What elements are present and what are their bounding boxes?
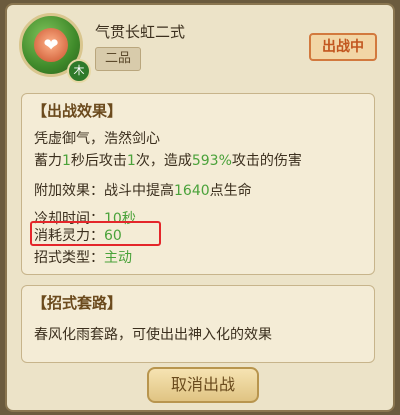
skill-type-line: 招式类型：主动 [34,247,132,267]
spirit-cost-line: 消耗灵力：60 [34,225,122,245]
text-part: 附加效果：战斗中提高 [34,183,174,199]
effect-desc-line2: 蓄力1秒后攻击1次，造成593%攻击的伤害 [34,150,302,170]
heart-icon: ❤ [34,28,68,62]
combo-description: 春风化雨套路，可使出出神入化的效果 [34,327,272,343]
hp-bonus-value: 1640 [174,183,210,199]
cost-label: 消耗灵力： [34,228,104,244]
type-label: 招式类型： [34,250,104,266]
text-part: 次，造成 [135,153,192,169]
text-part: 点生命 [209,183,252,199]
charge-seconds: 1 [62,153,71,169]
section-title: 【招式套路】 [32,294,123,312]
section-title: 【出战效果】 [32,102,123,120]
skill-name: 气贯长虹二式 [95,23,186,41]
element-badge: 木 [67,59,91,83]
text-part: 攻击的伤害 [231,153,302,169]
hit-count: 1 [126,153,136,169]
text-part: 蓄力 [34,153,62,169]
status-badge: 出战中 [309,33,377,61]
skill-detail-panel: ❤ 木 气贯长虹二式 二品 出战中 【出战效果】 凭虚御气，浩然剑心 蓄力1秒后… [5,3,395,412]
type-value: 主动 [104,250,132,266]
battle-effect-section: 【出战效果】 凭虚御气，浩然剑心 蓄力1秒后攻击1次，造成593%攻击的伤害 附… [21,93,375,275]
rank-badge: 二品 [95,47,141,71]
extra-effect-line: 附加效果：战斗中提高1640点生命 [34,180,252,200]
cancel-battle-button[interactable]: 取消出战 [147,367,259,403]
cost-value: 60 [104,228,122,244]
text-part: 秒后攻击 [70,153,127,169]
skill-header: ❤ 木 气贯长虹二式 二品 出战中 [7,5,393,87]
combo-section: 【招式套路】 春风化雨套路，可使出出神入化的效果 [21,285,375,363]
effect-desc-line1: 凭虚御气，浩然剑心 [34,131,160,147]
damage-percent: 593% [191,153,232,169]
